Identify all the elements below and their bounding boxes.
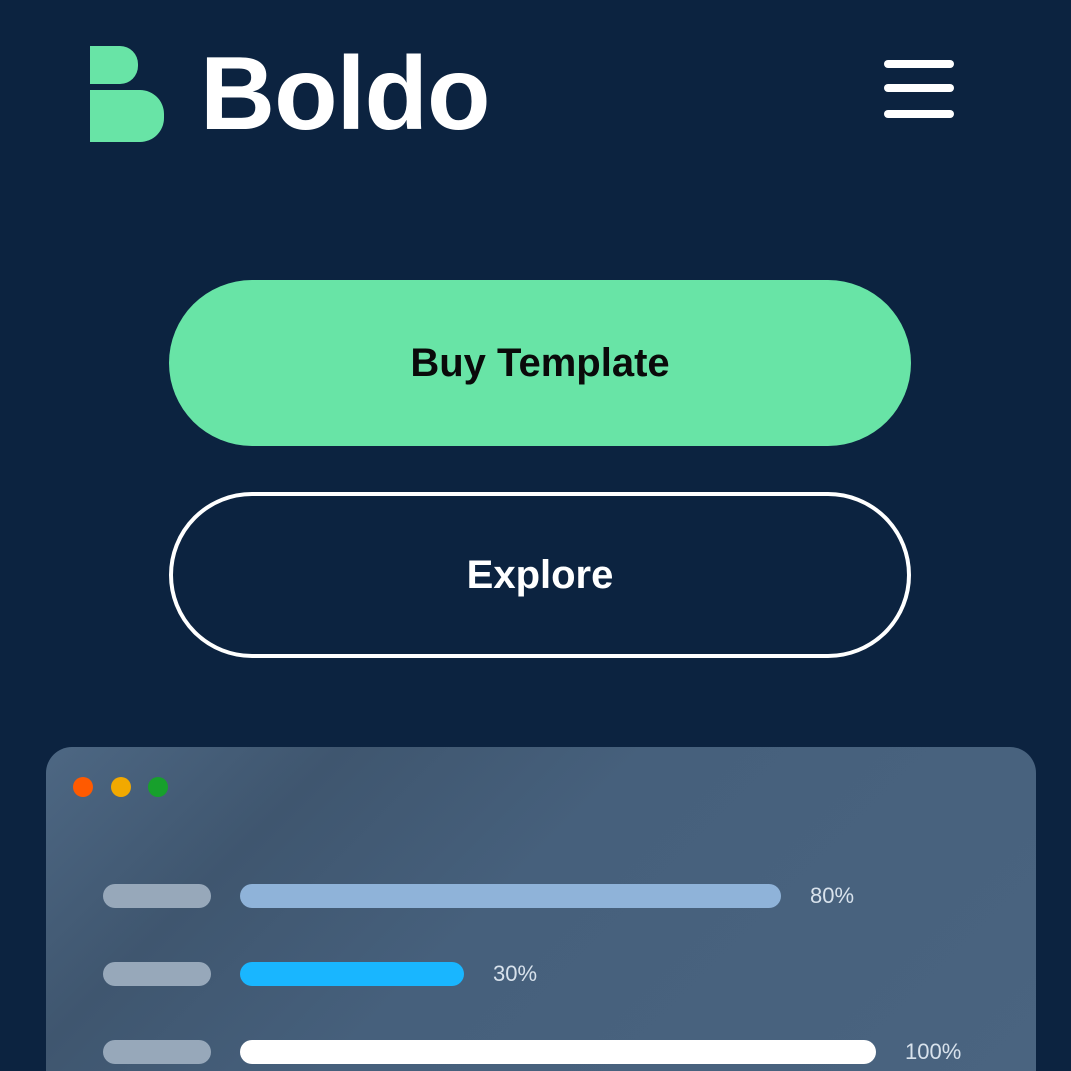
progress-bar-1 bbox=[240, 884, 781, 908]
window-close-dot bbox=[73, 777, 93, 797]
progress-bar-2 bbox=[240, 962, 464, 986]
progress-bar-3 bbox=[240, 1040, 876, 1064]
brand-logo[interactable]: Boldo bbox=[90, 36, 491, 152]
dashboard-preview-card bbox=[46, 747, 1036, 1071]
explore-button[interactable]: Explore bbox=[169, 492, 911, 658]
progress-percent-1: 80% bbox=[810, 883, 855, 908]
window-maximize-dot bbox=[148, 777, 168, 797]
logo-mark-icon bbox=[90, 46, 164, 142]
landing-page: Boldo Buy Template Explore 80% 30% 100% bbox=[0, 0, 1071, 1071]
bar-label-placeholder bbox=[103, 1040, 211, 1064]
progress-percent-3: 100% bbox=[905, 1039, 962, 1064]
logo-text: Boldo bbox=[200, 36, 491, 152]
window-minimize-dot bbox=[111, 777, 131, 797]
bar-label-placeholder bbox=[103, 962, 211, 986]
buy-template-button[interactable]: Buy Template bbox=[169, 280, 911, 446]
hamburger-menu-icon[interactable] bbox=[884, 58, 954, 120]
bar-label-placeholder bbox=[103, 884, 211, 908]
progress-percent-2: 30% bbox=[493, 961, 538, 986]
